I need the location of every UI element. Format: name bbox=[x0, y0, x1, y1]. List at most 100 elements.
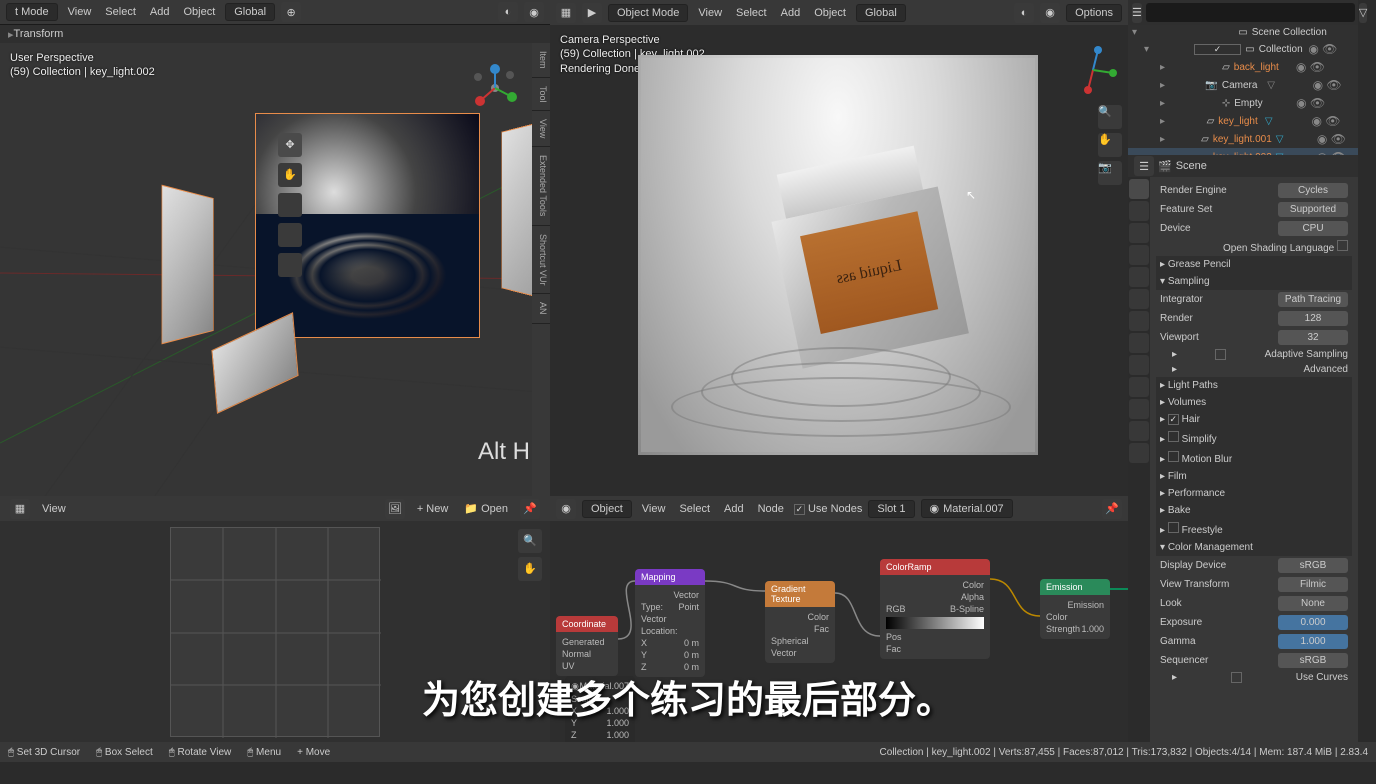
tab-tool[interactable]: Tool bbox=[532, 78, 550, 112]
gamma-field[interactable]: 1.000 bbox=[1278, 634, 1348, 649]
use-nodes-check[interactable] bbox=[794, 504, 805, 515]
grease-section[interactable]: ▸ Grease Pencil bbox=[1156, 256, 1352, 273]
menu-select[interactable]: Select bbox=[101, 4, 140, 20]
node-texcoord[interactable]: Coordinate bbox=[556, 616, 618, 632]
filter-icon[interactable]: ▽ bbox=[1359, 3, 1367, 23]
tool-hand-icon[interactable]: ✋ bbox=[278, 163, 302, 187]
tab-texture[interactable] bbox=[1129, 443, 1149, 463]
overlay-icon[interactable]: ◉ bbox=[524, 2, 544, 22]
menu-view[interactable]: View bbox=[64, 4, 96, 20]
view-transform[interactable]: Filmic bbox=[1278, 577, 1348, 592]
material-select[interactable]: ◉ Material.007 bbox=[921, 499, 1013, 518]
performance-section[interactable]: ▸ Performance bbox=[1156, 485, 1352, 502]
camera-r-icon[interactable]: 📷 bbox=[1098, 161, 1122, 185]
tab-world[interactable] bbox=[1129, 267, 1149, 287]
zoom-r-icon[interactable]: 🔍 bbox=[1098, 105, 1122, 129]
volumes-section[interactable]: ▸ Volumes bbox=[1156, 394, 1352, 411]
tab-render[interactable] bbox=[1129, 179, 1149, 199]
pin-node-icon[interactable]: 📌 bbox=[1102, 499, 1122, 519]
tab-particle[interactable] bbox=[1129, 333, 1149, 353]
pin-icon[interactable]: 📌 bbox=[520, 499, 540, 519]
shader-editor-icon[interactable]: ◉ bbox=[556, 499, 576, 519]
render-samples[interactable]: 128 bbox=[1278, 311, 1348, 326]
exposure-field[interactable]: 0.000 bbox=[1278, 615, 1348, 630]
editor-type-icon[interactable]: ▦ bbox=[556, 3, 576, 23]
slot-select[interactable]: Slot 1 bbox=[868, 500, 914, 518]
tab-viewlayer[interactable] bbox=[1129, 223, 1149, 243]
menu-view-r[interactable]: View bbox=[694, 5, 726, 21]
osl-check[interactable]: Open Shading Language bbox=[1223, 240, 1348, 254]
image-icon[interactable]: 🖼 bbox=[385, 499, 405, 519]
orientation-select[interactable]: Global bbox=[225, 3, 275, 21]
open-button[interactable]: 📁 Open bbox=[460, 500, 512, 517]
props-editor-icon[interactable]: ☰ bbox=[1134, 156, 1154, 176]
lightpaths-section[interactable]: ▸ Light Paths bbox=[1156, 377, 1352, 394]
node-emission[interactable]: Emission bbox=[1040, 579, 1110, 595]
render-engine-select[interactable]: Cycles bbox=[1278, 183, 1348, 198]
node-select[interactable]: Select bbox=[675, 501, 714, 517]
tab-output[interactable] bbox=[1129, 201, 1149, 221]
node-add[interactable]: Add bbox=[720, 501, 748, 517]
3d-viewport-left[interactable]: User Perspective (59) Collection | key_l… bbox=[0, 43, 550, 496]
node-gradient[interactable]: Gradient Texture bbox=[765, 581, 835, 607]
tool-rotate-icon[interactable] bbox=[278, 193, 302, 217]
nav-gizmo[interactable] bbox=[470, 63, 520, 113]
menu-add-r[interactable]: Add bbox=[777, 5, 805, 21]
pan-icon[interactable]: ✋ bbox=[518, 557, 542, 581]
tab-scene[interactable] bbox=[1129, 245, 1149, 265]
outliner[interactable]: ▾▭ Scene Collection ▾ ▭ Collection◉ 👁 ▸▱… bbox=[1128, 25, 1358, 155]
tab-modifier[interactable] bbox=[1129, 311, 1149, 331]
device-select[interactable]: CPU bbox=[1278, 221, 1348, 236]
tool-move-icon[interactable]: ✥ bbox=[278, 133, 302, 157]
shader-object[interactable]: Object bbox=[582, 500, 632, 518]
uv-view-menu[interactable]: View bbox=[38, 501, 70, 517]
tab-object[interactable] bbox=[1129, 289, 1149, 309]
sequencer-select[interactable]: sRGB bbox=[1278, 653, 1348, 668]
node-mapping[interactable]: Mapping bbox=[635, 569, 705, 585]
feature-set-select[interactable]: Supported bbox=[1278, 202, 1348, 217]
freestyle-section[interactable]: ▸ Freestyle bbox=[1156, 519, 1352, 539]
zoom-icon[interactable]: 🔍 bbox=[518, 529, 542, 553]
node-view[interactable]: View bbox=[638, 501, 670, 517]
tab-item[interactable]: Item bbox=[532, 43, 550, 78]
look-select[interactable]: None bbox=[1278, 596, 1348, 611]
tool-scale-icon[interactable] bbox=[278, 223, 302, 247]
new-button[interactable]: + New bbox=[413, 501, 453, 517]
tab-an[interactable]: AN bbox=[532, 294, 550, 324]
orientation-r[interactable]: Global bbox=[856, 4, 906, 22]
pan-r-icon[interactable]: ✋ bbox=[1098, 133, 1122, 157]
uv-editor-icon[interactable]: ▦ bbox=[10, 499, 30, 519]
display-device[interactable]: sRGB bbox=[1278, 558, 1348, 573]
menu-object[interactable]: Object bbox=[179, 4, 219, 20]
node-menu[interactable]: Node bbox=[754, 501, 788, 517]
tab-extended[interactable]: Extended Tools bbox=[532, 147, 550, 225]
tab-physics[interactable] bbox=[1129, 355, 1149, 375]
viewport-samples[interactable]: 32 bbox=[1278, 330, 1348, 345]
outliner-search[interactable] bbox=[1146, 3, 1355, 22]
hair-section[interactable]: ▸ Hair bbox=[1156, 411, 1352, 428]
menu-select-r[interactable]: Select bbox=[732, 5, 771, 21]
tab-material[interactable] bbox=[1129, 421, 1149, 441]
3d-viewport-right[interactable]: Camera Perspective (59) Collection | key… bbox=[550, 25, 1128, 496]
menu-add[interactable]: Add bbox=[146, 4, 174, 20]
bake-section[interactable]: ▸ Bake bbox=[1156, 502, 1352, 519]
outliner-icon[interactable]: ☰ bbox=[1132, 3, 1142, 23]
nav-gizmo-r[interactable] bbox=[1068, 45, 1118, 95]
tab-shortcut[interactable]: Shortcut VUr bbox=[532, 226, 550, 295]
sampling-section[interactable]: ▾ Sampling bbox=[1156, 273, 1352, 290]
mode-select[interactable]: t Mode bbox=[6, 3, 58, 21]
tab-view[interactable]: View bbox=[532, 111, 550, 147]
overlay-r-icon[interactable]: ◉ bbox=[1040, 3, 1060, 23]
tab-constraint[interactable] bbox=[1129, 377, 1149, 397]
node-colorramp[interactable]: ColorRamp bbox=[880, 559, 990, 575]
tab-data[interactable] bbox=[1129, 399, 1149, 419]
shading-icon[interactable]: ◐ bbox=[498, 2, 518, 22]
play-icon[interactable]: ▶ bbox=[582, 3, 602, 23]
colormgmt-section[interactable]: ▾ Color Management bbox=[1156, 539, 1352, 556]
menu-object-r[interactable]: Object bbox=[810, 5, 850, 21]
simplify-section[interactable]: ▸ Simplify bbox=[1156, 428, 1352, 448]
film-section[interactable]: ▸ Film bbox=[1156, 468, 1352, 485]
options-dropdown[interactable]: Options bbox=[1066, 4, 1122, 22]
mode-select-right[interactable]: Object Mode bbox=[608, 4, 688, 22]
snap-icon[interactable]: ⊕ bbox=[281, 2, 301, 22]
